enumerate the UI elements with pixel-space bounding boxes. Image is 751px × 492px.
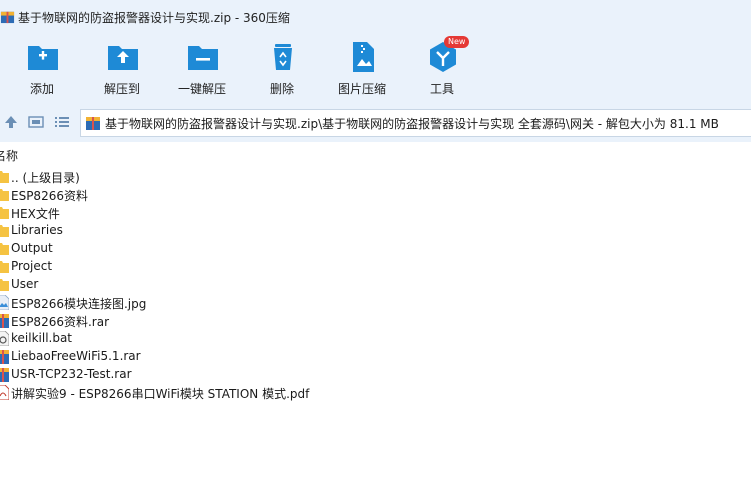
file-name: LiebaoFreeWiFi5.1.rar	[11, 349, 141, 363]
delete-label: 删除	[269, 82, 294, 96]
list-view-icon[interactable]	[53, 113, 71, 131]
delete-button[interactable]: 删除	[242, 40, 322, 100]
image-compress-icon	[353, 42, 374, 72]
add-folder-icon	[28, 46, 58, 70]
list-item[interactable]: ESP8266资料	[0, 186, 751, 204]
list-item[interactable]: Output	[0, 240, 751, 258]
list-item[interactable]: ESP8266资料.rar	[0, 312, 751, 330]
pdf-file-icon	[0, 385, 9, 400]
image-file-icon	[0, 295, 9, 310]
list-item[interactable]: User	[0, 276, 751, 294]
toolbar: 添加 解压到 一键解压 删除 图片压缩 New 工具	[0, 34, 751, 104]
file-name: HEX文件	[11, 207, 60, 221]
one-click-extract-icon	[188, 46, 218, 70]
file-name: Project	[11, 259, 53, 273]
rar-archive-icon	[0, 350, 9, 364]
window-title: 基于物联网的防盗报警器设计与实现.zip - 360压缩	[18, 11, 290, 25]
address-path: 基于物联网的防盗报警器设计与实现.zip\基于物联网的防盗报警器设计与实现 全套…	[105, 117, 719, 131]
tools-label: 工具	[429, 82, 454, 96]
file-name: keilkill.bat	[11, 331, 73, 345]
tools-button[interactable]: New 工具	[402, 36, 482, 100]
list-item[interactable]: HEX文件	[0, 204, 751, 222]
folder-icon	[0, 243, 9, 255]
up-arrow-icon[interactable]	[2, 113, 20, 131]
batch-file-icon	[0, 331, 9, 346]
folder-icon	[0, 207, 9, 219]
one-click-extract-button[interactable]: 一键解压	[162, 40, 242, 100]
list-item[interactable]: LiebaoFreeWiFi5.1.rar	[0, 348, 751, 366]
extract-to-label: 解压到	[103, 82, 140, 96]
add-button[interactable]: 添加	[2, 40, 82, 100]
file-name: Output	[11, 241, 53, 255]
folder-icon	[0, 171, 9, 183]
list-header: 名称	[0, 146, 751, 166]
extract-to-icon	[108, 46, 138, 70]
list-item[interactable]: Libraries	[0, 222, 751, 240]
list-item[interactable]: keilkill.bat	[0, 330, 751, 348]
address-field[interactable]: 基于物联网的防盗报警器设计与实现.zip\基于物联网的防盗报警器设计与实现 全套…	[80, 109, 751, 137]
list-item[interactable]: Project	[0, 258, 751, 276]
zip-archive-icon	[0, 11, 15, 24]
column-header-name[interactable]: 名称	[0, 147, 18, 164]
title-bar: 基于物联网的防盗报警器设计与实现.zip - 360压缩	[0, 0, 751, 34]
file-name: USR-TCP232-Test.rar	[11, 367, 132, 381]
new-badge: New	[444, 36, 470, 48]
zip-archive-icon	[86, 117, 100, 130]
file-name: ESP8266资料	[11, 189, 88, 203]
add-label: 添加	[29, 82, 54, 96]
thumbnail-view-icon[interactable]	[27, 113, 45, 131]
folder-icon	[0, 279, 9, 291]
file-name: .. (上级目录)	[11, 171, 80, 185]
file-name: Libraries	[11, 223, 63, 237]
image-compress-label: 图片压缩	[337, 82, 386, 96]
folder-icon	[0, 225, 9, 237]
file-name: User	[11, 277, 39, 291]
recycle-bin-icon	[274, 44, 292, 70]
file-name: ESP8266资料.rar	[11, 315, 110, 329]
list-item[interactable]: ESP8266模块连接图.jpg	[0, 294, 751, 312]
extract-to-button[interactable]: 解压到	[82, 40, 162, 100]
list-item[interactable]: .. (上级目录)	[0, 168, 751, 186]
address-bar: 基于物联网的防盗报警器设计与实现.zip\基于物联网的防盗报警器设计与实现 全套…	[0, 104, 751, 142]
file-name: ESP8266模块连接图.jpg	[11, 297, 147, 311]
list-item[interactable]: 讲解实验9 - ESP8266串口WiFi模块 STATION 模式.pdf	[0, 384, 751, 402]
one-click-extract-label: 一键解压	[177, 82, 226, 96]
list-item[interactable]: USR-TCP232-Test.rar	[0, 366, 751, 384]
image-compress-button[interactable]: 图片压缩	[322, 40, 402, 100]
folder-icon	[0, 189, 9, 201]
folder-icon	[0, 261, 9, 273]
rar-archive-icon	[0, 314, 9, 328]
rar-archive-icon	[0, 368, 9, 382]
file-name: 讲解实验9 - ESP8266串口WiFi模块 STATION 模式.pdf	[11, 387, 310, 401]
